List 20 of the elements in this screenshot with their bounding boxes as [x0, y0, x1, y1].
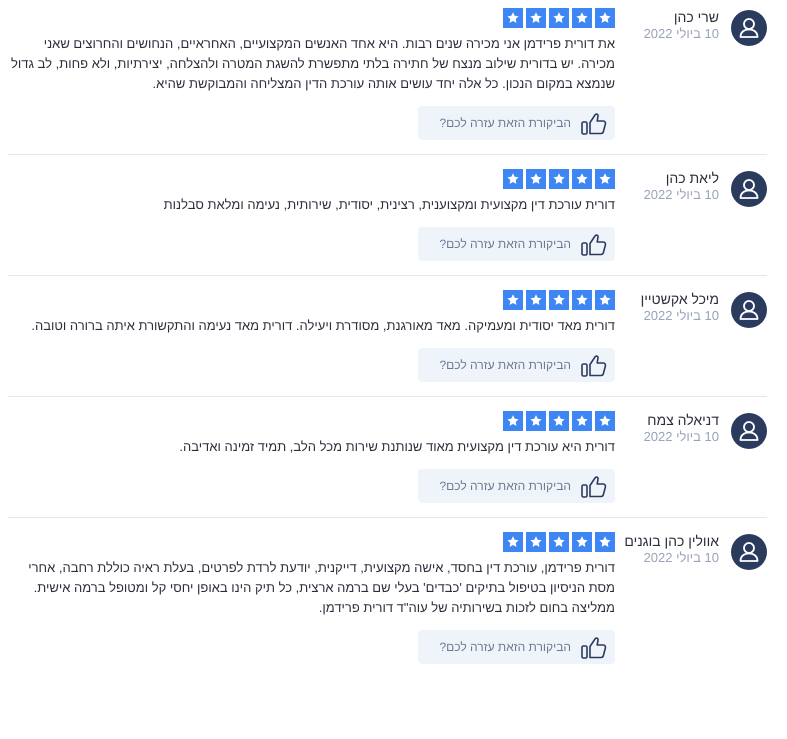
review-date: 10 ביולי 2022 — [644, 26, 719, 42]
reviewer-name: מיכל אקשטיין — [640, 290, 719, 308]
reviewer-name: שרי כהן — [674, 8, 719, 26]
review-text: דורית מאד יסודית ומעמיקה. מאד מאורגנת, מסודרת ויעילה. דורית מאד נעימה והתקשורת איתה ברורה וטובה. — [31, 317, 615, 335]
review-date: 10 ביולי 2022 — [644, 308, 719, 324]
review-date: 10 ביולי 2022 — [644, 550, 719, 566]
reviewer-name: אוולין כהן בוגנים — [624, 532, 719, 550]
helpful-button[interactable]: הביקורת הזאת עזרה לכם? — [418, 227, 615, 261]
helpful-button[interactable]: הביקורת הזאת עזרה לכם? — [418, 348, 615, 382]
review-text: את דורית פרידמן אני מכירה שנים רבות. היא אחד האנשים המקצועיים, האחראיים, הנחושים והחרוצים שאני מכירה. יש בדורית שילוב מנצח של חתירה בלתי מתפשרת להשגת המטרה ולהצלחה, יצירתיות, ולא פחות, לב גדול שנמצא במקום הנכון. כל אלה יחד עושים אותה עורכת הדין המצליחה והמבוקשת שהיא. — [10, 35, 615, 93]
review-date: 10 ביולי 2022 — [644, 187, 719, 203]
review-text: דורית פרידמן, עורכת דין בחסד, אישה מקצועית, דייקנית, יודעת לרדת לפרטים, בעלת ראיה כוללת רחבה, אחרי מסת הניסיון בטיפול בתיקים 'כבדים' בעלי שם ברמה ארצית, כל תיק הינו באופן יחסי קל ומטופל ברמה אישית. ממליצה בחום לזכות בשירותיה של עוה"ד דורית פרידמן. — [27, 559, 615, 617]
reviewer-name: דניאלה צמח — [647, 411, 719, 429]
review-text: דורית עורכת דין מקצועית ומקצוענית, רצינית, יסודית, שירותית, נעימה ומלאת סבלנות — [164, 196, 615, 214]
reviewer-name: ליאת כהן — [666, 169, 719, 187]
review-date: 10 ביולי 2022 — [644, 429, 719, 445]
helpful-button[interactable]: הביקורת הזאת עזרה לכם? — [418, 106, 615, 140]
helpful-button[interactable]: הביקורת הזאת עזרה לכם? — [418, 469, 615, 503]
review-text: דורית היא עורכת דין מקצועית מאוד שנותנת שירות מכל הלב, תמיד זמינה ואדיבה. — [179, 438, 615, 456]
helpful-button[interactable]: הביקורת הזאת עזרה לכם? — [418, 630, 615, 664]
